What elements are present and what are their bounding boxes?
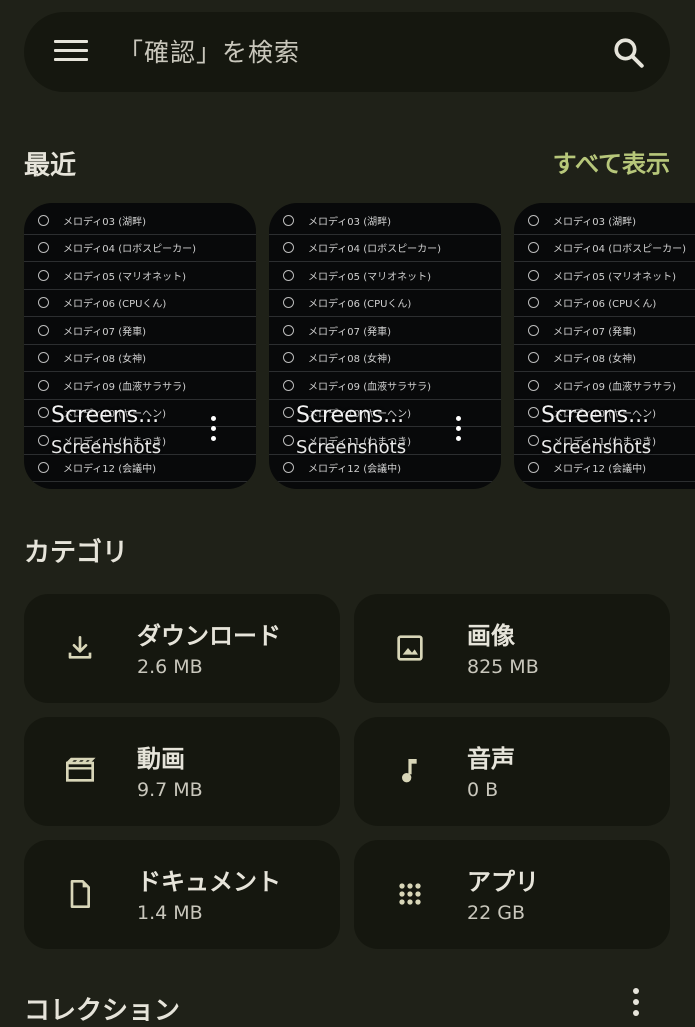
thumb-row: メロディ08 (女神) <box>24 345 256 372</box>
thumb-row: メロディ12 (会議中) <box>269 455 501 482</box>
more-vert-icon[interactable] <box>207 416 219 446</box>
music-note-icon <box>402 759 417 783</box>
category-apps[interactable]: アプリ 22 GB <box>354 840 670 949</box>
recent-card[interactable]: メロディ03 (湖畔) メロディ04 (ロボスピーカー) メロディ05 (マリオ… <box>514 203 695 489</box>
card-subtitle: Screenshots <box>51 437 162 458</box>
thumb-row: メロディ05 (マリオネット) <box>24 262 256 290</box>
category-audio[interactable]: 音声 0 B <box>354 717 670 826</box>
category-size: 1.4 MB <box>137 902 203 924</box>
category-label: ダウンロード <box>137 622 281 650</box>
document-icon <box>70 880 90 908</box>
card-title: Screens... <box>541 403 650 428</box>
card-subtitle: Screenshots <box>296 437 407 458</box>
category-downloads[interactable]: ダウンロード 2.6 MB <box>24 594 340 703</box>
category-size: 0 B <box>467 779 499 801</box>
category-label: アプリ <box>467 868 539 896</box>
card-title: Screens... <box>296 403 405 428</box>
thumb-row: メロディ06 (CPUくん) <box>514 290 695 317</box>
image-icon <box>397 635 423 661</box>
thumb-row: メロディ05 (マリオネット) <box>269 262 501 290</box>
apps-grid-icon <box>399 883 421 905</box>
see-all-link[interactable]: すべて表示 <box>553 144 670 179</box>
categories-section-title: カテゴリ <box>24 538 129 568</box>
card-title: Screens... <box>51 403 160 428</box>
download-icon <box>68 636 92 659</box>
category-size: 9.7 MB <box>137 779 203 801</box>
thumb-row: メロディ03 (湖畔) <box>514 207 695 235</box>
search-icon[interactable] <box>612 36 646 70</box>
thumb-row: メロディ07 (発車) <box>24 317 256 345</box>
category-images[interactable]: 画像 825 MB <box>354 594 670 703</box>
category-label: 動画 <box>137 745 185 773</box>
thumb-row: メロディ07 (発車) <box>269 317 501 345</box>
more-vert-icon[interactable] <box>452 416 464 446</box>
category-label: ドキュメント <box>137 868 281 896</box>
thumb-row: メロディ04 (ロボスピーカー) <box>269 235 501 262</box>
category-documents[interactable]: ドキュメント 1.4 MB <box>24 840 340 949</box>
search-input[interactable]: 「確認」を検索 <box>118 33 300 69</box>
thumb-row: メロディ09 (血液サラサラ) <box>269 372 501 400</box>
recent-section-title: 最近 <box>24 151 77 181</box>
more-vert-icon[interactable] <box>630 988 642 1024</box>
collections-section-title: コレクション <box>24 996 181 1026</box>
thumb-row: メロディ12 (会議中) <box>514 455 695 482</box>
category-videos[interactable]: 動画 9.7 MB <box>24 717 340 826</box>
thumb-row: メロディ06 (CPUくん) <box>24 290 256 317</box>
recent-card[interactable]: メロディ03 (湖畔) メロディ04 (ロボスピーカー) メロディ05 (マリオ… <box>269 203 501 489</box>
thumb-row: メロディ07 (発車) <box>514 317 695 345</box>
thumb-row: メロディ08 (女神) <box>269 345 501 372</box>
thumb-row: メロディ03 (湖畔) <box>24 207 256 235</box>
thumb-row: メロディ04 (ロボスピーカー) <box>24 235 256 262</box>
thumb-row: メロディ04 (ロボスピーカー) <box>514 235 695 262</box>
thumb-row: メロディ08 (女神) <box>514 345 695 372</box>
category-label: 画像 <box>467 622 515 650</box>
thumb-row: メロディ09 (血液サラサラ) <box>24 372 256 400</box>
category-size: 825 MB <box>467 656 539 678</box>
category-label: 音声 <box>467 745 515 773</box>
thumb-row: メロディ03 (湖畔) <box>269 207 501 235</box>
movie-icon <box>66 757 96 782</box>
thumb-row: メロディ12 (会議中) <box>24 455 256 482</box>
thumb-row: メロディ05 (マリオネット) <box>514 262 695 290</box>
menu-icon[interactable] <box>54 40 88 64</box>
recent-card[interactable]: メロディ03 (湖畔) メロディ04 (ロボスピーカー) メロディ05 (マリオ… <box>24 203 256 489</box>
card-subtitle: Screenshots <box>541 437 652 458</box>
category-size: 2.6 MB <box>137 656 203 678</box>
category-size: 22 GB <box>467 902 525 924</box>
thumb-row: メロディ09 (血液サラサラ) <box>514 372 695 400</box>
thumb-row: メロディ06 (CPUくん) <box>269 290 501 317</box>
